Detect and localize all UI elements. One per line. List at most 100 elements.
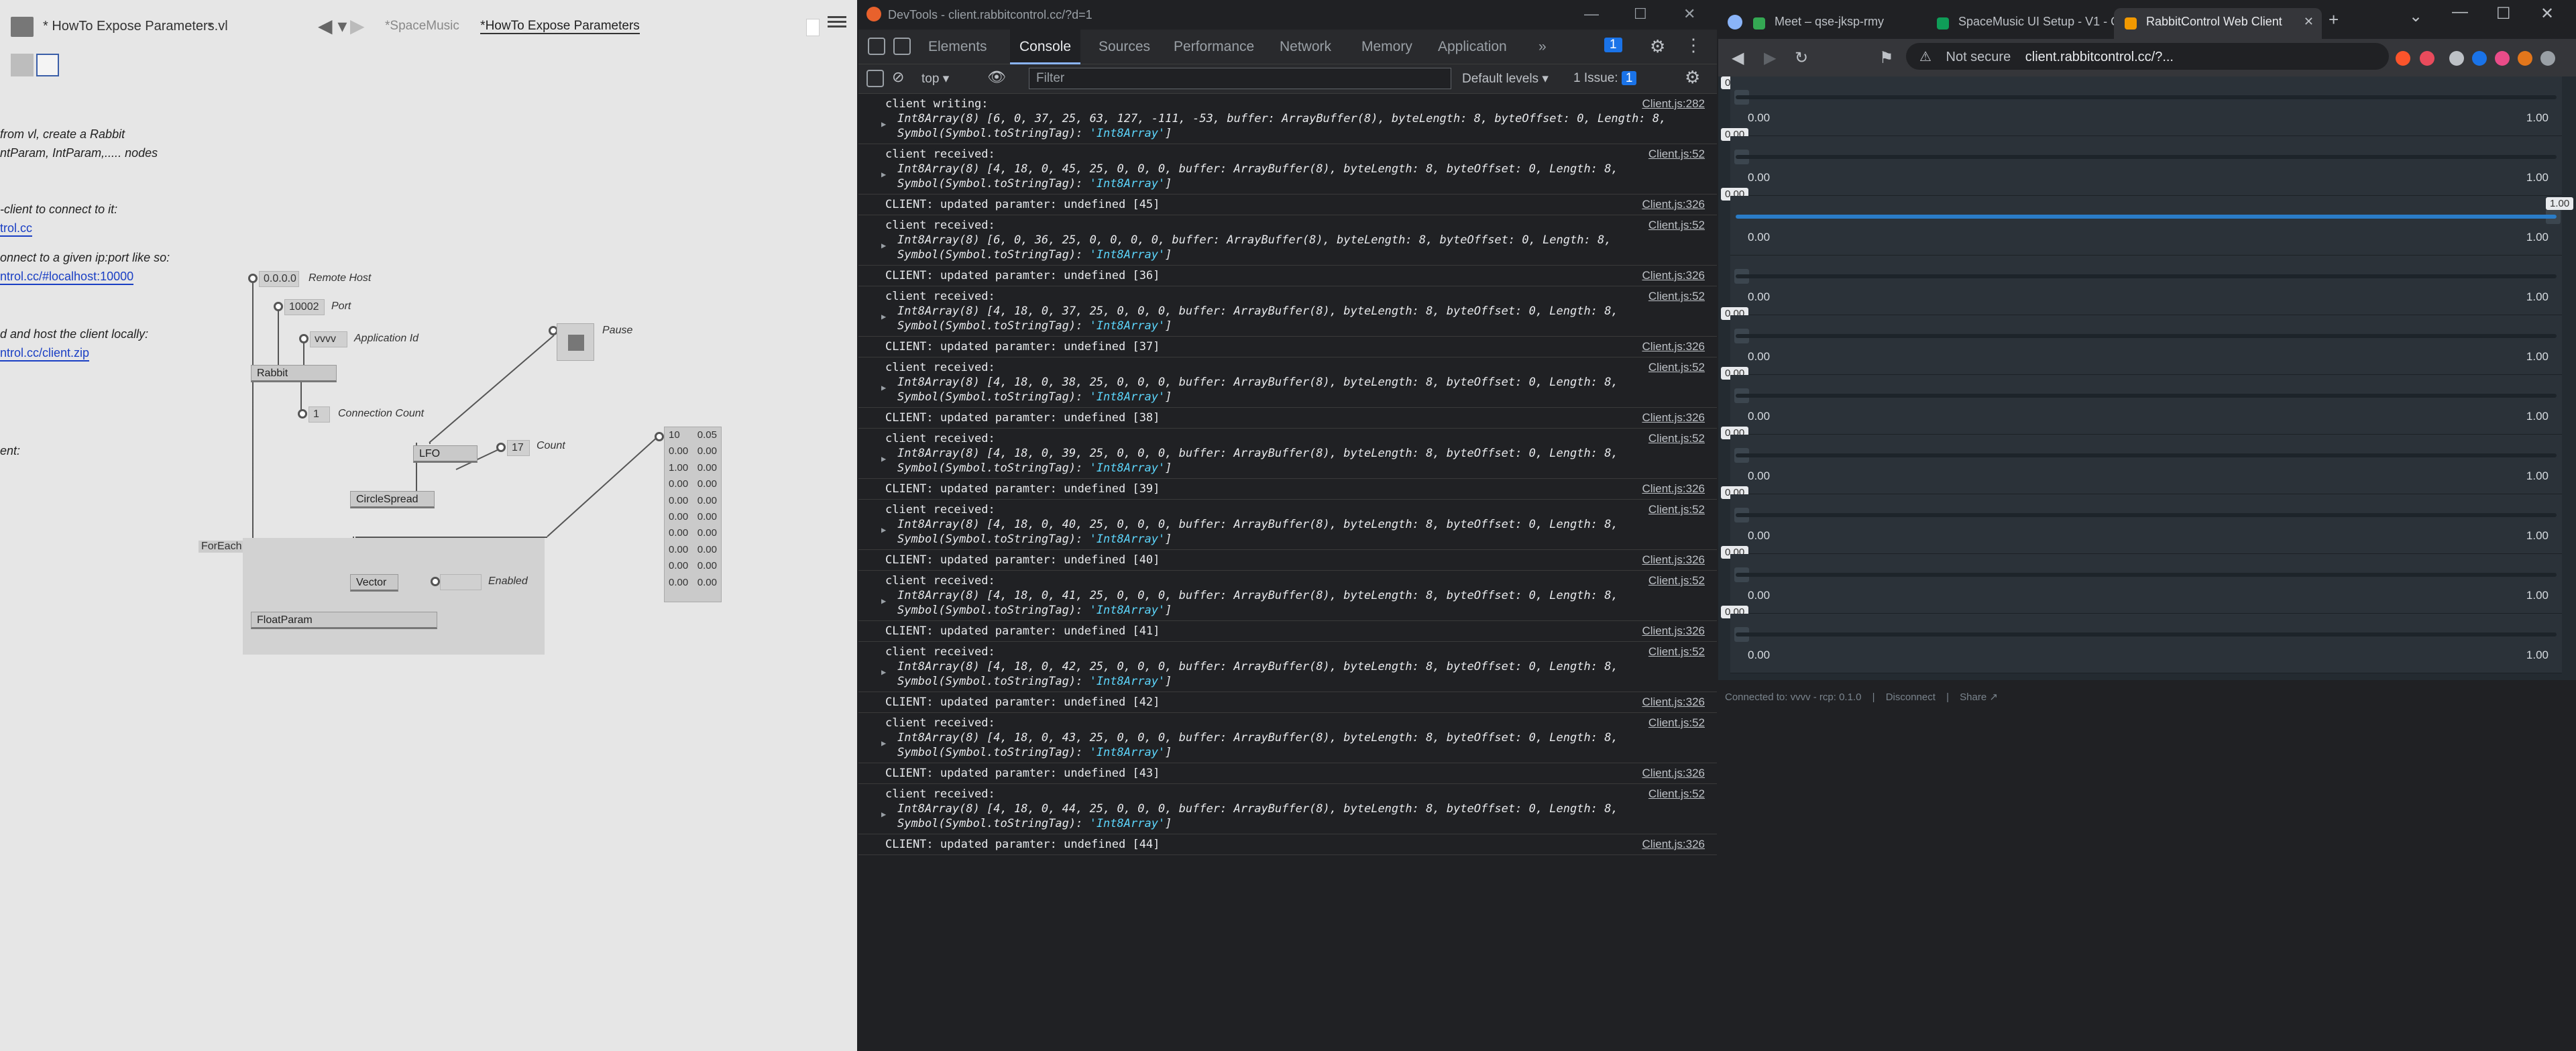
expand-triangle-icon[interactable]: ▶ bbox=[881, 807, 886, 822]
tab-elements[interactable]: Elements bbox=[919, 30, 997, 64]
grey-square-icon[interactable] bbox=[11, 54, 34, 76]
browser-tab-rabbitcontrol[interactable]: RabbitControl Web Client ✕ bbox=[2114, 8, 2322, 39]
close-window-icon[interactable]: ✕ bbox=[2540, 4, 2554, 23]
selection-square-icon[interactable] bbox=[36, 54, 59, 76]
console-message[interactable]: client received: Client.js:52 ▶ Int8Array(8… bbox=[858, 429, 1717, 479]
source-link[interactable]: Client.js:52 bbox=[1648, 716, 1705, 730]
log-levels-dropdown[interactable]: Default levels ▾ bbox=[1462, 71, 1549, 87]
more-tabs-icon[interactable]: » bbox=[1529, 30, 1556, 64]
help-link[interactable]: ntrol.cc/client.zip bbox=[0, 346, 90, 362]
brave-shields-icon[interactable] bbox=[2396, 51, 2410, 66]
source-link[interactable]: Client.js:326 bbox=[1642, 339, 1705, 354]
external-link-icon[interactable]: ↗ bbox=[1989, 692, 1998, 703]
disconnect-link[interactable]: Disconnect bbox=[1886, 692, 1936, 703]
extension-icon[interactable] bbox=[2449, 51, 2464, 66]
profile-icon[interactable] bbox=[1728, 15, 1742, 30]
float-parameter-row[interactable]: 0.00 1.00 bbox=[1730, 76, 2562, 136]
source-link[interactable]: Client.js:52 bbox=[1648, 289, 1705, 304]
document-title[interactable]: * HowTo Expose Parameters.vl bbox=[43, 19, 228, 34]
maximize-icon[interactable]: ☐ bbox=[1634, 5, 1647, 23]
float-parameter-row[interactable]: 0.00 1.00 bbox=[1730, 375, 2562, 435]
connection-count-iobox[interactable]: 1 bbox=[309, 406, 330, 423]
expand-triangle-icon[interactable]: ▶ bbox=[881, 117, 886, 131]
port-iobox[interactable]: 10002 bbox=[284, 299, 325, 315]
close-icon[interactable]: ✕ bbox=[1683, 5, 1695, 23]
source-link[interactable]: Client.js:326 bbox=[1642, 553, 1705, 567]
tab-spacemusic[interactable]: *SpaceMusic bbox=[385, 19, 459, 33]
tab-performance[interactable]: Performance bbox=[1164, 30, 1264, 64]
console-output[interactable]: client writing: Client.js:282 ▶ Int8Array(8… bbox=[858, 94, 1717, 1051]
source-link[interactable]: Client.js:326 bbox=[1642, 837, 1705, 852]
console-message[interactable]: CLIENT: updated paramter: undefined [39]… bbox=[858, 479, 1717, 500]
enabled-iobox[interactable] bbox=[440, 574, 482, 590]
browser-tab-meet[interactable]: Meet – qse-jksp-rmy bbox=[1742, 8, 1944, 39]
forward-icon[interactable]: ▶ bbox=[1764, 48, 1776, 68]
rabbit-node[interactable]: Rabbit bbox=[251, 365, 337, 382]
console-message[interactable]: client received: Client.js:52 ▶ Int8Array(8… bbox=[858, 215, 1717, 266]
source-link[interactable]: Client.js:52 bbox=[1648, 360, 1705, 375]
inspect-element-icon[interactable] bbox=[868, 38, 885, 55]
chevron-down-icon[interactable]: ▾ bbox=[208, 19, 213, 30]
pause-toggle[interactable] bbox=[557, 323, 594, 361]
console-settings-icon[interactable]: ⚙ bbox=[1685, 67, 1700, 88]
clear-console-icon[interactable]: ⊘ bbox=[892, 68, 904, 86]
forward-arrow-icon[interactable]: ▶ bbox=[350, 15, 365, 37]
console-message[interactable]: client writing: Client.js:282 ▶ Int8Array(8… bbox=[858, 94, 1717, 144]
kebab-menu-icon[interactable]: ⋮ bbox=[1685, 35, 1702, 56]
console-message[interactable]: CLIENT: updated paramter: undefined [37]… bbox=[858, 337, 1717, 357]
console-message[interactable]: client received: Client.js:52 ▶ Int8Array(8… bbox=[858, 784, 1717, 834]
console-message[interactable]: client received: Client.js:52 ▶ Int8Array(8… bbox=[858, 144, 1717, 195]
expand-triangle-icon[interactable]: ▶ bbox=[881, 665, 886, 679]
source-link[interactable]: Client.js:52 bbox=[1648, 645, 1705, 659]
hamburger-menu-icon[interactable] bbox=[828, 13, 846, 30]
dropdown-indicator-icon[interactable] bbox=[806, 19, 820, 36]
console-message[interactable]: CLIENT: updated paramter: undefined [43]… bbox=[858, 763, 1717, 784]
pin-port[interactable] bbox=[274, 302, 283, 311]
source-link[interactable]: Client.js:326 bbox=[1642, 410, 1705, 425]
remote-host-iobox[interactable]: 0.0.0.0 bbox=[259, 271, 299, 287]
count-iobox[interactable]: 17 bbox=[507, 440, 530, 456]
console-message[interactable]: CLIENT: updated paramter: undefined [40]… bbox=[858, 550, 1717, 571]
omnibox[interactable]: ⚠ Not secure client.rabbitcontrol.cc/?..… bbox=[1906, 43, 2389, 70]
slider-track[interactable] bbox=[1736, 632, 2557, 637]
float-parameter-row[interactable]: 0.00 1.00 bbox=[1730, 136, 2562, 196]
source-link[interactable]: Client.js:52 bbox=[1648, 573, 1705, 588]
float-parameter-row[interactable]: 0.00 1.00 bbox=[1730, 196, 2562, 256]
back-arrow-icon[interactable]: ◀ ▾ bbox=[318, 15, 347, 37]
source-link[interactable]: Client.js:52 bbox=[1648, 431, 1705, 446]
console-message[interactable]: client received: Client.js:52 ▶ Int8Array(8… bbox=[858, 571, 1717, 621]
issues-badge[interactable]: 1 bbox=[1604, 38, 1622, 52]
browser-tab-spacemusic[interactable]: SpaceMusic UI Setup - V1 - G bbox=[1926, 8, 2127, 39]
circlespread-node[interactable]: CircleSpread bbox=[350, 491, 435, 508]
source-link[interactable]: Client.js:52 bbox=[1648, 218, 1705, 233]
close-tab-icon[interactable]: ✕ bbox=[2304, 15, 2314, 29]
console-message[interactable]: client received: Client.js:52 ▶ Int8Array(8… bbox=[858, 357, 1717, 408]
pin-remote-host[interactable] bbox=[248, 274, 258, 283]
tab-network[interactable]: Network bbox=[1270, 30, 1341, 64]
pin-app-id[interactable] bbox=[299, 334, 309, 343]
app-id-iobox[interactable]: vvvv bbox=[310, 331, 347, 347]
expand-triangle-icon[interactable]: ▶ bbox=[881, 238, 886, 253]
bookmark-icon[interactable]: ⚑ bbox=[1879, 48, 1894, 68]
extension-icon[interactable] bbox=[2495, 51, 2510, 66]
device-toolbar-icon[interactable] bbox=[893, 38, 911, 55]
console-message[interactable]: CLIENT: updated paramter: undefined [38]… bbox=[858, 408, 1717, 429]
metamask-icon[interactable] bbox=[2518, 51, 2532, 66]
source-link[interactable]: Client.js:326 bbox=[1642, 766, 1705, 781]
console-message[interactable]: client received: Client.js:52 ▶ Int8Array(8… bbox=[858, 500, 1717, 550]
expand-triangle-icon[interactable]: ▶ bbox=[881, 522, 886, 537]
tab-search-icon[interactable]: ⌄ bbox=[2409, 7, 2422, 26]
tab-howto-expose-parameters[interactable]: *HowTo Expose Parameters bbox=[480, 19, 640, 34]
wire[interactable] bbox=[252, 282, 254, 369]
expand-triangle-icon[interactable]: ▶ bbox=[881, 594, 886, 608]
spread-iobox[interactable]: 10 0.05 0.00 0.00 1.00 0.00 0.00 0.00 0.00 0.… bbox=[664, 427, 722, 602]
wire[interactable] bbox=[278, 306, 279, 369]
tab-memory[interactable]: Memory bbox=[1352, 30, 1422, 64]
console-message[interactable]: client received: Client.js:52 ▶ Int8Array(8… bbox=[858, 286, 1717, 337]
source-link[interactable]: Client.js:326 bbox=[1642, 624, 1705, 639]
slider-track[interactable] bbox=[1736, 215, 2557, 219]
maximize-icon[interactable]: ☐ bbox=[2496, 4, 2511, 23]
slider-track[interactable] bbox=[1736, 394, 2557, 398]
vector-node[interactable]: Vector bbox=[350, 574, 398, 592]
share-link[interactable]: Share bbox=[1960, 692, 1986, 703]
